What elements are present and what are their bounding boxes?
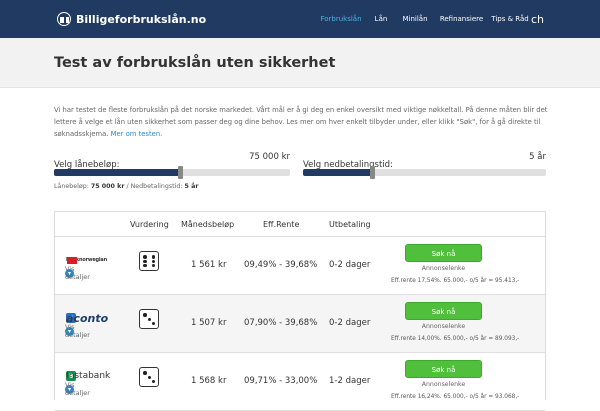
term-slider: Velg nedbetalingstid: 5 år <box>303 152 546 179</box>
ad-link[interactable]: Annonselenke <box>405 323 482 330</box>
summary-term-value: 5 år <box>184 183 199 190</box>
effective-rate: 07,90% - 39,68% <box>244 318 318 328</box>
table-row: ✓ aconto ▾ Vis detaljer 1 507 kr 07,90% -… <box>55 295 545 353</box>
dice-rating-icon <box>139 251 159 271</box>
table-header: Vurdering Månedsbeløp Eff.Rente Utbetali… <box>55 212 545 237</box>
apply-button[interactable]: Søk nå <box>405 302 482 320</box>
monthly-amount: 1 568 kr <box>191 376 227 386</box>
payout-time: 0-2 dager <box>329 318 371 328</box>
apply-button[interactable]: Søk nå <box>405 360 482 378</box>
amount-handle[interactable] <box>178 166 184 179</box>
summary-term-label: Nedbetalingstid: <box>130 183 183 190</box>
term-value: 5 år <box>529 152 546 162</box>
apply-button[interactable]: Søk nå <box>405 244 482 262</box>
header-utbetaling: Utbetaling <box>329 219 371 229</box>
logo-text: Billigeforbrukslån.no <box>76 12 207 26</box>
chart-logo-icon <box>57 12 71 26</box>
intro-link[interactable]: Mer om testen. <box>111 130 163 138</box>
nav-forbrukslan[interactable]: Forbrukslån <box>316 15 366 23</box>
nav-minilan[interactable]: Minilån <box>396 15 434 23</box>
table-row: B Instabank ▾ Vis detaljer 1 568 kr 09,71… <box>55 353 545 411</box>
site-header: Billigeforbrukslån.no Forbrukslån Lån Mi… <box>0 0 600 38</box>
details-label: Vis detaljer <box>65 265 90 281</box>
amount-slider: Velg lånebeløp: 75 000 kr <box>54 152 290 179</box>
ad-link[interactable]: Annonselenke <box>405 265 482 272</box>
rate-example: Eff.rente 14,00%. 65.000,- o/5 år = 89.0… <box>391 336 520 342</box>
summary-amount-value: 75 000 kr <box>90 183 125 190</box>
rate-example: Eff.rente 17,54%. 65.000,- o/5 år = 95.4… <box>391 278 520 284</box>
nav-lan[interactable]: Lån <box>366 15 396 23</box>
summary-amount-label: Lånebeløp: <box>54 183 89 190</box>
nav-search[interactable]: ch <box>531 13 551 26</box>
loan-summary: Lånebeløp: 75 000 kr / Nedbetalingstid: … <box>54 183 198 190</box>
details-label: Vis detaljer <box>65 381 90 397</box>
table-row: banknorwegian ▾ Vis detaljer 1 561 kr 09,… <box>55 237 545 295</box>
payout-time: 1-2 dager <box>329 376 371 386</box>
amount-value: 75 000 kr <box>249 152 290 162</box>
dice-rating-icon <box>139 367 159 387</box>
main-nav: Forbrukslån Lån Minilån Refinansiere Tip… <box>316 0 551 38</box>
effective-rate: 09,49% - 39,68% <box>244 260 318 270</box>
effective-rate: 09,71% - 33,00% <box>244 376 318 386</box>
page-title: Test av forbrukslån uten sikkerhet <box>54 54 336 71</box>
amount-fill <box>54 169 182 176</box>
term-handle[interactable] <box>370 166 376 179</box>
ad-link[interactable]: Annonselenke <box>405 381 482 388</box>
monthly-amount: 1 561 kr <box>191 260 227 270</box>
lender-name: Instabank <box>66 371 111 381</box>
monthly-amount: 1 507 kr <box>191 318 227 328</box>
term-track[interactable] <box>303 166 546 179</box>
bank-flag-icon <box>67 256 77 264</box>
site-logo[interactable]: Billigeforbrukslån.no <box>57 12 206 26</box>
amount-track[interactable] <box>54 166 290 179</box>
header-manedsbelop: Månedsbeløp <box>181 219 235 229</box>
nav-refinansiere[interactable]: Refinansiere <box>434 15 489 23</box>
dice-rating-icon <box>139 309 159 329</box>
payout-time: 0-2 dager <box>329 260 371 270</box>
nav-tips-rad[interactable]: Tips & Råd <box>489 15 531 23</box>
title-bar: Test av forbrukslån uten sikkerhet <box>0 38 600 88</box>
header-vurdering: Vurdering <box>130 219 169 229</box>
header-eff-rente: Eff.Rente <box>263 219 300 229</box>
rate-example: Eff.rente 16,24%. 65.000,- o/5 år = 93.0… <box>391 394 520 400</box>
loan-table: Vurdering Månedsbeløp Eff.Rente Utbetali… <box>54 211 546 411</box>
intro-text: Vi har testet de fleste forbrukslån på d… <box>54 104 554 140</box>
details-label: Vis detaljer <box>65 323 90 339</box>
summary-separator: / <box>126 183 129 190</box>
term-fill <box>303 169 374 176</box>
